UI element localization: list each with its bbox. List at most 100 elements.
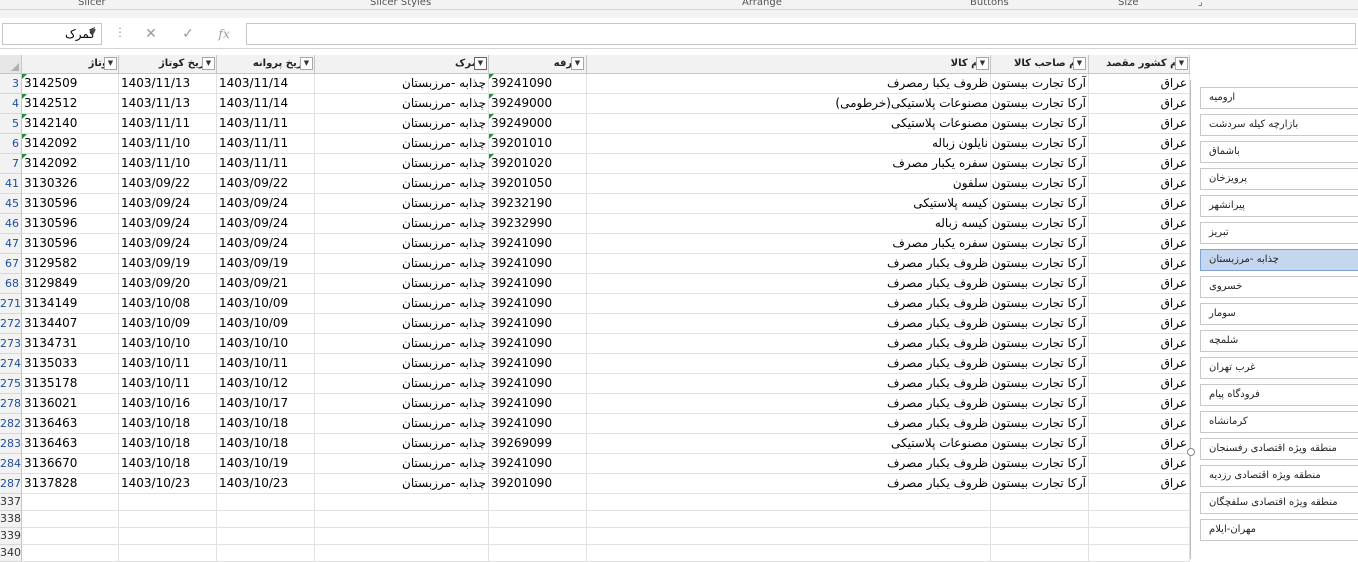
row-header[interactable]: 339	[0, 528, 22, 545]
empty-cell[interactable]	[22, 528, 119, 545]
cell-license-date[interactable]: 1403/10/12	[217, 374, 315, 394]
cell-dest[interactable]: عراق	[1089, 74, 1190, 94]
cell-license-date[interactable]: 1403/11/14	[217, 94, 315, 114]
empty-cell[interactable]	[315, 511, 489, 528]
cell-kotaj[interactable]: 3134149	[22, 294, 119, 314]
cell-kotaj-date[interactable]: 1403/10/23	[119, 474, 217, 494]
cell-owner[interactable]: آرکا تجارت بیستون	[991, 414, 1089, 434]
slicer-item[interactable]: فرودگاه پیام	[1200, 384, 1358, 406]
row-header[interactable]: 274	[0, 354, 22, 374]
cell-customs[interactable]: چذابه -مرزبستان	[315, 354, 489, 374]
cell-tariff[interactable]: 39269099	[489, 434, 587, 454]
cell-kotaj-date[interactable]: 1403/10/11	[119, 374, 217, 394]
cell-owner[interactable]: آرکا تجارت بیستون	[991, 394, 1089, 414]
cell-tariff[interactable]: 39232990	[489, 214, 587, 234]
cell-dest[interactable]: عراق	[1089, 334, 1190, 354]
cell-dest[interactable]: عراق	[1089, 454, 1190, 474]
cell-tariff[interactable]: 39241090	[489, 394, 587, 414]
cell-kotaj-date[interactable]: 1403/10/11	[119, 354, 217, 374]
filter-dropdown-icon[interactable]: ▼	[1073, 57, 1086, 70]
slicer-item[interactable]: سومار	[1200, 303, 1358, 325]
row-header[interactable]: 6	[0, 134, 22, 154]
cell-goods-name[interactable]: مصنوعات پلاستیکی	[587, 114, 991, 134]
cell-goods-name[interactable]: ظروف یکبار مصرف	[587, 314, 991, 334]
cell-license-date[interactable]: 1403/09/19	[217, 254, 315, 274]
filter-dropdown-icon[interactable]: ▼	[300, 57, 313, 70]
cell-owner[interactable]: آرکا تجارت بیستون	[991, 434, 1089, 454]
cell-license-date[interactable]: 1403/10/10	[217, 334, 315, 354]
cell-dest[interactable]: عراق	[1089, 194, 1190, 214]
cell-customs[interactable]: چذابه -مرزبستان	[315, 294, 489, 314]
cell-kotaj[interactable]: 3129849	[22, 274, 119, 294]
row-header[interactable]: 5	[0, 114, 22, 134]
cell-customs[interactable]: چذابه -مرزبستان	[315, 314, 489, 334]
cell-kotaj-date[interactable]: 1403/11/11	[119, 114, 217, 134]
slicer-item[interactable]: پرویزخان	[1200, 168, 1358, 190]
row-header[interactable]: 283	[0, 434, 22, 454]
cell-license-date[interactable]: 1403/09/24	[217, 214, 315, 234]
insert-function-icon[interactable]: fx	[211, 23, 237, 45]
row-header[interactable]: 287	[0, 474, 22, 494]
cell-kotaj[interactable]: 3136670	[22, 454, 119, 474]
cell-customs[interactable]: چذابه -مرزبستان	[315, 154, 489, 174]
cell-tariff[interactable]: 39241090	[489, 274, 587, 294]
empty-cell[interactable]	[217, 528, 315, 545]
cell-owner[interactable]: آرکا تجارت بیستون	[991, 174, 1089, 194]
cell-kotaj-date[interactable]: 1403/09/24	[119, 214, 217, 234]
cell-kotaj[interactable]: 3142512	[22, 94, 119, 114]
cell-kotaj[interactable]: 3130596	[22, 214, 119, 234]
cell-goods-name[interactable]: ظروف یکبا رمصرف	[587, 74, 991, 94]
worksheet-grid[interactable]: کوتاژ ▼ تاریخ کوتاژ ▼ تاریخ پروانه ▼ گمرک ▼ تعرف…	[0, 55, 1190, 562]
row-header[interactable]: 68	[0, 274, 22, 294]
cell-goods-name[interactable]: ظروف یکبار مصرف	[587, 474, 991, 494]
select-all-corner[interactable]	[0, 55, 22, 74]
cell-dest[interactable]: عراق	[1089, 174, 1190, 194]
cell-owner[interactable]: آرکا تجارت بیستون	[991, 254, 1089, 274]
row-header[interactable]: 46	[0, 214, 22, 234]
cell-kotaj-date[interactable]: 1403/10/09	[119, 314, 217, 334]
slicer-item[interactable]: بازارچه کیله سردشت	[1200, 114, 1358, 136]
cell-tariff[interactable]: 39241090	[489, 374, 587, 394]
filter-active-icon[interactable]: ▼	[474, 57, 487, 70]
filter-dropdown-icon[interactable]: ▼	[104, 57, 117, 70]
cell-customs[interactable]: چذابه -مرزبستان	[315, 114, 489, 134]
cell-license-date[interactable]: 1403/11/11	[217, 154, 315, 174]
empty-cell[interactable]	[22, 545, 119, 562]
cell-dest[interactable]: عراق	[1089, 314, 1190, 334]
slicer-item[interactable]: منطقه ویژه اقتصادی سلفچگان	[1200, 492, 1358, 514]
cell-kotaj-date[interactable]: 1403/09/24	[119, 194, 217, 214]
slicer-item[interactable]: کرمانشاه	[1200, 411, 1358, 433]
empty-cell[interactable]	[587, 494, 991, 511]
cell-license-date[interactable]: 1403/10/11	[217, 354, 315, 374]
cell-owner[interactable]: آرکا تجارت بیستون	[991, 114, 1089, 134]
column-header-customs[interactable]: گمرک	[315, 55, 489, 74]
cell-kotaj[interactable]: 3142092	[22, 154, 119, 174]
empty-cell[interactable]	[587, 528, 991, 545]
cell-license-date[interactable]: 1403/10/23	[217, 474, 315, 494]
cell-tariff[interactable]: 39241090	[489, 74, 587, 94]
size-dialog-launcher-icon[interactable]: ⌟	[1198, 0, 1203, 8]
cell-license-date[interactable]: 1403/10/18	[217, 434, 315, 454]
cell-tariff[interactable]: 39201090	[489, 474, 587, 494]
row-header[interactable]: 338	[0, 511, 22, 528]
cell-kotaj-date[interactable]: 1403/10/16	[119, 394, 217, 414]
cell-goods-name[interactable]: ظروف یکبار مصرف	[587, 274, 991, 294]
cell-dest[interactable]: عراق	[1089, 474, 1190, 494]
cell-kotaj-date[interactable]: 1403/10/18	[119, 434, 217, 454]
cell-kotaj[interactable]: 3142092	[22, 134, 119, 154]
cell-owner[interactable]: آرکا تجارت بیستون	[991, 314, 1089, 334]
cell-dest[interactable]: عراق	[1089, 234, 1190, 254]
cell-kotaj-date[interactable]: 1403/11/10	[119, 154, 217, 174]
empty-cell[interactable]	[217, 545, 315, 562]
cell-goods-name[interactable]: مصنوعات پلاستیکی	[587, 434, 991, 454]
cell-owner[interactable]: آرکا تجارت بیستون	[991, 194, 1089, 214]
cell-license-date[interactable]: 1403/11/14	[217, 74, 315, 94]
row-header[interactable]: 67	[0, 254, 22, 274]
cell-owner[interactable]: آرکا تجارت بیستون	[991, 74, 1089, 94]
cell-tariff[interactable]: 39249000	[489, 114, 587, 134]
empty-cell[interactable]	[991, 528, 1089, 545]
cell-tariff[interactable]: 39241090	[489, 254, 587, 274]
cell-customs[interactable]: چذابه -مرزبستان	[315, 374, 489, 394]
cell-goods-name[interactable]: نایلون زباله	[587, 134, 991, 154]
empty-cell[interactable]	[1089, 494, 1190, 511]
